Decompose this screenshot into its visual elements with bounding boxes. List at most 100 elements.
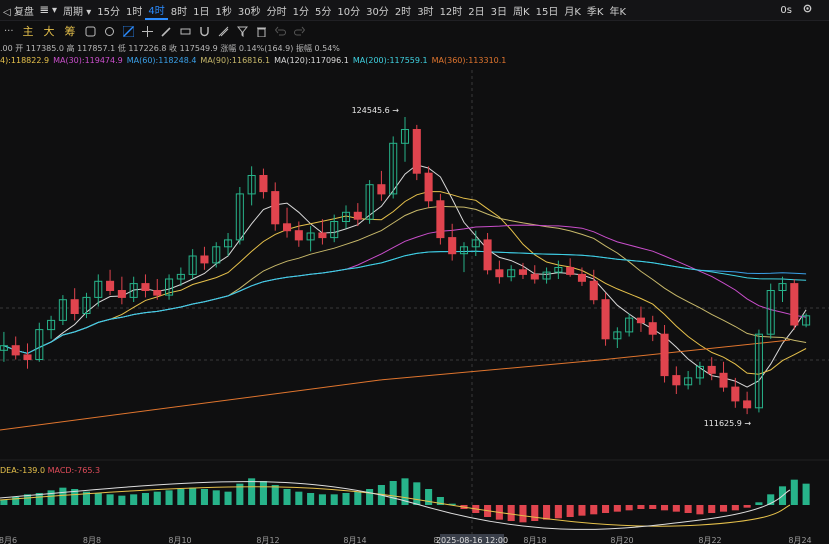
candle-body [70, 299, 79, 315]
ma-line [3, 164, 807, 388]
candle-body [530, 273, 539, 280]
candle-body [318, 232, 327, 239]
candlestick-chart[interactable]: 124545.6 → 111625.9 → 8月6 8月8 8月10 8月12 8月14 8… [0, 0, 829, 544]
x-axis-tick: 8月12 [256, 536, 279, 544]
macd-bar [94, 493, 102, 505]
macd-bar [637, 505, 645, 509]
high-price-label: 124545.6 → [352, 106, 400, 115]
macd-bar [531, 505, 539, 521]
macd-bar [366, 489, 374, 505]
ma360-line [0, 339, 791, 431]
macd-bar [507, 505, 515, 521]
x-axis: 8月68月88月108月128月148月168月188月208月228月2420… [0, 534, 812, 544]
candle-body [436, 200, 445, 239]
candle-body [141, 283, 150, 292]
macd-bar [425, 489, 433, 505]
macd-bar [177, 489, 185, 505]
candle-body [566, 267, 575, 275]
candle-body [294, 230, 303, 241]
candle-body [448, 237, 457, 255]
macd-bar [743, 505, 751, 508]
x-axis-tick: 8月24 [788, 536, 811, 544]
macd-bar [106, 494, 114, 505]
macd-bar [271, 485, 279, 505]
candle-body [424, 172, 433, 202]
macd-bar [578, 505, 586, 516]
macd-bar [755, 502, 763, 505]
candle-body [259, 175, 268, 193]
macd-bar [259, 481, 267, 505]
macd-bar [543, 505, 551, 520]
x-axis-tick: 8月14 [343, 536, 366, 544]
ma-line [3, 250, 807, 354]
macd-bar [283, 489, 291, 505]
macd-bar [189, 487, 197, 505]
macd-bar [165, 490, 173, 505]
x-axis-tick: 8月18 [523, 536, 546, 544]
macd-bar [118, 495, 126, 505]
low-price-label: 111625.9 → [704, 419, 752, 428]
x-axis-tick: 8月10 [168, 536, 191, 544]
candle-body [636, 317, 645, 324]
candle-body [648, 322, 657, 335]
macd-bar [0, 499, 8, 505]
candle-body [577, 273, 586, 282]
dea-label: DEA:-139.0 [0, 466, 46, 475]
macd-bar [684, 505, 692, 513]
candle-body [106, 280, 115, 291]
macd-bar [130, 494, 138, 505]
ma-line [3, 191, 807, 375]
macd-bar [330, 494, 338, 505]
candle-body [11, 345, 20, 356]
macd-bar [613, 505, 621, 512]
candle-body [790, 283, 799, 326]
macd-histogram [0, 478, 810, 530]
macd-bar [200, 489, 208, 505]
macd-bar [802, 483, 810, 505]
macd-bar [354, 491, 362, 505]
macd-bar [554, 505, 562, 519]
macd-bar [307, 493, 315, 505]
x-axis-tick: 8月6 [0, 536, 17, 544]
candle-body [589, 280, 598, 301]
macd-bar [47, 490, 55, 505]
candle-body [353, 211, 362, 220]
macd-bar [790, 479, 798, 505]
macd-bar [389, 481, 397, 505]
candle-body [743, 400, 752, 409]
macd-label: MACD:-765.3 [47, 466, 101, 475]
candle-body [731, 386, 740, 402]
candles [0, 116, 811, 415]
candle-body [483, 239, 492, 271]
macd-bar [141, 493, 150, 505]
macd-bar [625, 505, 633, 511]
candle-body [672, 375, 681, 386]
candle-body [412, 129, 421, 174]
macd-legend: DEA:-139.0 MACD:-765.3 [0, 466, 100, 475]
macd-bar [212, 490, 220, 505]
macd-bar [413, 482, 421, 505]
candle-body [23, 354, 32, 360]
macd-bar [660, 505, 669, 511]
candle-body [518, 269, 528, 275]
candle-body [719, 372, 728, 388]
macd-bar [566, 505, 574, 517]
candle-body [707, 365, 716, 374]
macd-bar [342, 493, 350, 505]
candle-body [601, 299, 610, 340]
macd-bar [59, 487, 67, 505]
candle-body [377, 184, 386, 195]
macd-bar [672, 505, 680, 512]
candle-body [660, 333, 669, 377]
x-axis-tick: 8月22 [698, 536, 721, 544]
macd-bar [696, 505, 704, 515]
macd-bar [602, 505, 610, 513]
candle-body [200, 255, 209, 264]
candle-body [282, 223, 292, 232]
candle-body [495, 269, 504, 278]
ma-line [3, 205, 807, 354]
macd-bar [719, 505, 728, 512]
macd-bar [153, 491, 161, 505]
x-axis-tick: 8月20 [610, 536, 633, 544]
x-axis-tick: 8月8 [83, 536, 101, 544]
